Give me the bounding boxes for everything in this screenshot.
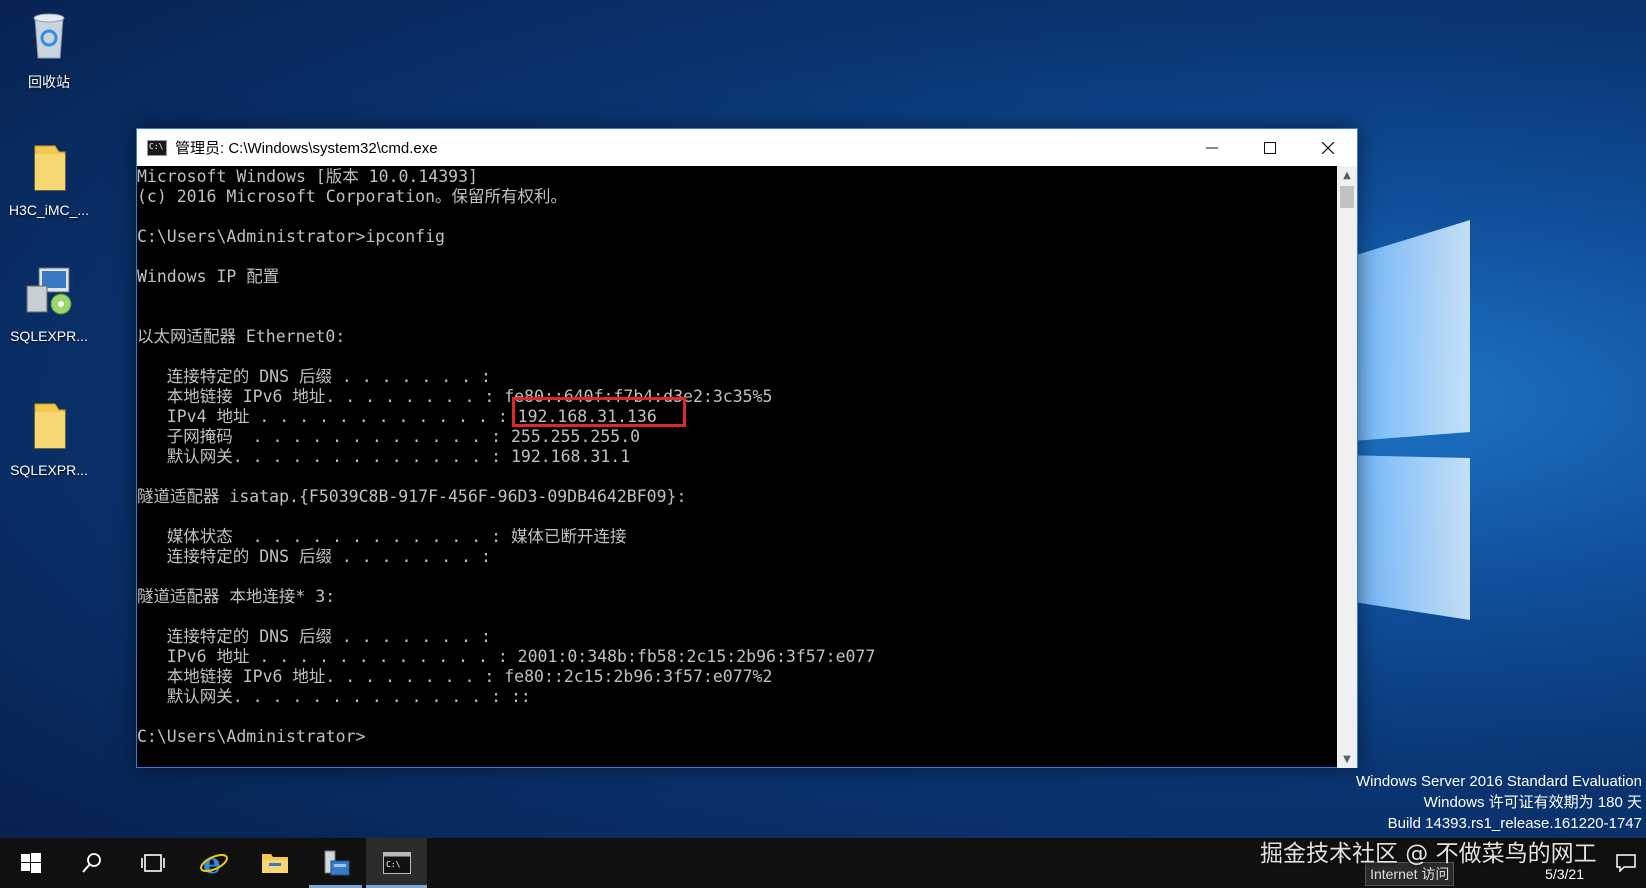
console-line: 以太网适配器 Ethernet0: <box>137 327 346 346</box>
desktop-icon-sqlexpr-folder[interactable]: SQLEXPR... <box>4 398 94 478</box>
notification-icon <box>1616 854 1636 872</box>
search-icon <box>81 853 101 873</box>
task-view-icon <box>140 854 165 872</box>
console-output[interactable]: Microsoft Windows [版本 10.0.14393] (c) 201… <box>137 166 1338 768</box>
ipv4-highlight-box <box>512 397 686 427</box>
cmd-window[interactable]: 管理员: C:\Windows\system32\cmd.exe Microso… <box>136 128 1358 768</box>
svg-text:e: e <box>203 848 221 878</box>
console-line: Windows IP 配置 <box>137 267 280 286</box>
console-line: 媒体状态 . . . . . . . . . . . . : 媒体已断开连接 <box>137 527 627 546</box>
desktop-icon-label: 回收站 <box>28 74 70 90</box>
console-line: C:\Users\Administrator> <box>137 727 366 746</box>
folder-icon <box>261 854 288 873</box>
minimize-icon <box>1206 147 1218 148</box>
ie-button[interactable]: e <box>183 838 244 888</box>
installer-icon <box>26 267 72 315</box>
desktop-icon-label: SQLEXPR... <box>10 462 88 478</box>
search-button[interactable] <box>61 838 122 888</box>
folder-icon <box>34 403 66 449</box>
console-line: 默认网关. . . . . . . . . . . . . : :: <box>137 687 531 706</box>
cmd-titlebar[interactable]: 管理员: C:\Windows\system32\cmd.exe <box>137 129 1357 166</box>
internet-explorer-icon: e <box>199 848 228 878</box>
console-line: IPv4 地址 . . . . . . . . . . . . : 192.16… <box>137 407 657 426</box>
console-line: (c) 2016 Microsoft Corporation。保留所有权利。 <box>137 187 568 206</box>
scroll-up-icon[interactable]: ▲ <box>1337 166 1357 184</box>
console-line: 连接特定的 DNS 后缀 . . . . . . . : <box>137 547 491 566</box>
task-view-button[interactable] <box>122 838 183 888</box>
console-line: 默认网关. . . . . . . . . . . . . : 192.168.… <box>137 447 631 466</box>
scroll-thumb[interactable] <box>1340 186 1354 208</box>
server-manager-button[interactable] <box>305 838 366 888</box>
desktop-icon-label: H3C_iMC_... <box>8 202 90 218</box>
console-line: 本地链接 IPv6 地址. . . . . . . . : fe80::2c15… <box>137 667 773 686</box>
cmd-icon <box>147 139 167 156</box>
system-info-line: Windows Server 2016 Standard Evaluation <box>1356 773 1642 790</box>
console-line: 隧道适配器 本地连接* 3: <box>137 587 336 606</box>
desktop-icon-h3c-folder[interactable]: H3C_iMC_... <box>4 138 94 218</box>
cmd-icon: C:\ <box>382 852 411 874</box>
desktop-icon-label: SQLEXPR... <box>10 328 88 344</box>
system-info-line: Build 14393.rs1_release.161220-1747 <box>1387 815 1642 832</box>
vertical-scrollbar[interactable]: ▲ ▼ <box>1337 166 1357 768</box>
maximize-icon <box>1264 141 1276 154</box>
server-manager-icon <box>324 850 349 876</box>
desktop-icon-sqlexpr-installer[interactable]: SQLEXPR... <box>4 264 94 344</box>
folder-icon <box>34 145 66 191</box>
console-line: 连接特定的 DNS 后缀 . . . . . . . : <box>137 367 491 386</box>
cmd-taskbar-button[interactable]: C:\ <box>366 838 427 888</box>
desktop-icon-recycle-bin[interactable]: 回收站 <box>4 8 94 92</box>
console-line: C:\Users\Administrator>ipconfig <box>137 227 445 246</box>
scroll-down-icon[interactable]: ▼ <box>1337 750 1357 768</box>
minimize-button[interactable] <box>1183 129 1241 166</box>
console-line: Microsoft Windows [版本 10.0.14393] <box>137 167 478 186</box>
console-line: 隧道适配器 isatap.{F5039C8B-917F-456F-96D3-09… <box>137 487 687 506</box>
maximize-button[interactable] <box>1241 129 1299 166</box>
svg-text:C:\: C:\ <box>386 860 401 869</box>
system-info: Windows Server 2016 Standard Evaluation … <box>1356 771 1642 834</box>
console-line: IPv6 地址 . . . . . . . . . . . . : 2001:0… <box>137 647 876 666</box>
notification-button[interactable] <box>1606 838 1646 888</box>
start-button[interactable] <box>0 838 61 888</box>
window-title: 管理员: C:\Windows\system32\cmd.exe <box>175 140 438 157</box>
windows-logo-wallpaper <box>1340 220 1470 620</box>
file-explorer-button[interactable] <box>244 838 305 888</box>
console-line: 连接特定的 DNS 后缀 . . . . . . . : <box>137 627 491 646</box>
console-line: 本地链接 IPv6 地址. . . . . . . . : fe80::640f… <box>137 387 773 406</box>
close-button[interactable] <box>1299 129 1357 166</box>
system-info-line: Windows 许可证有效期为 180 天 <box>1423 794 1642 811</box>
windows-start-icon <box>20 853 41 873</box>
console-line: 子网掩码 . . . . . . . . . . . . : 255.255.2… <box>137 427 641 446</box>
watermark-text: 掘金技术社区 @ 不做菜鸟的网工 <box>1260 841 1597 867</box>
close-icon <box>1322 141 1334 154</box>
recycle-bin-icon <box>33 13 65 59</box>
